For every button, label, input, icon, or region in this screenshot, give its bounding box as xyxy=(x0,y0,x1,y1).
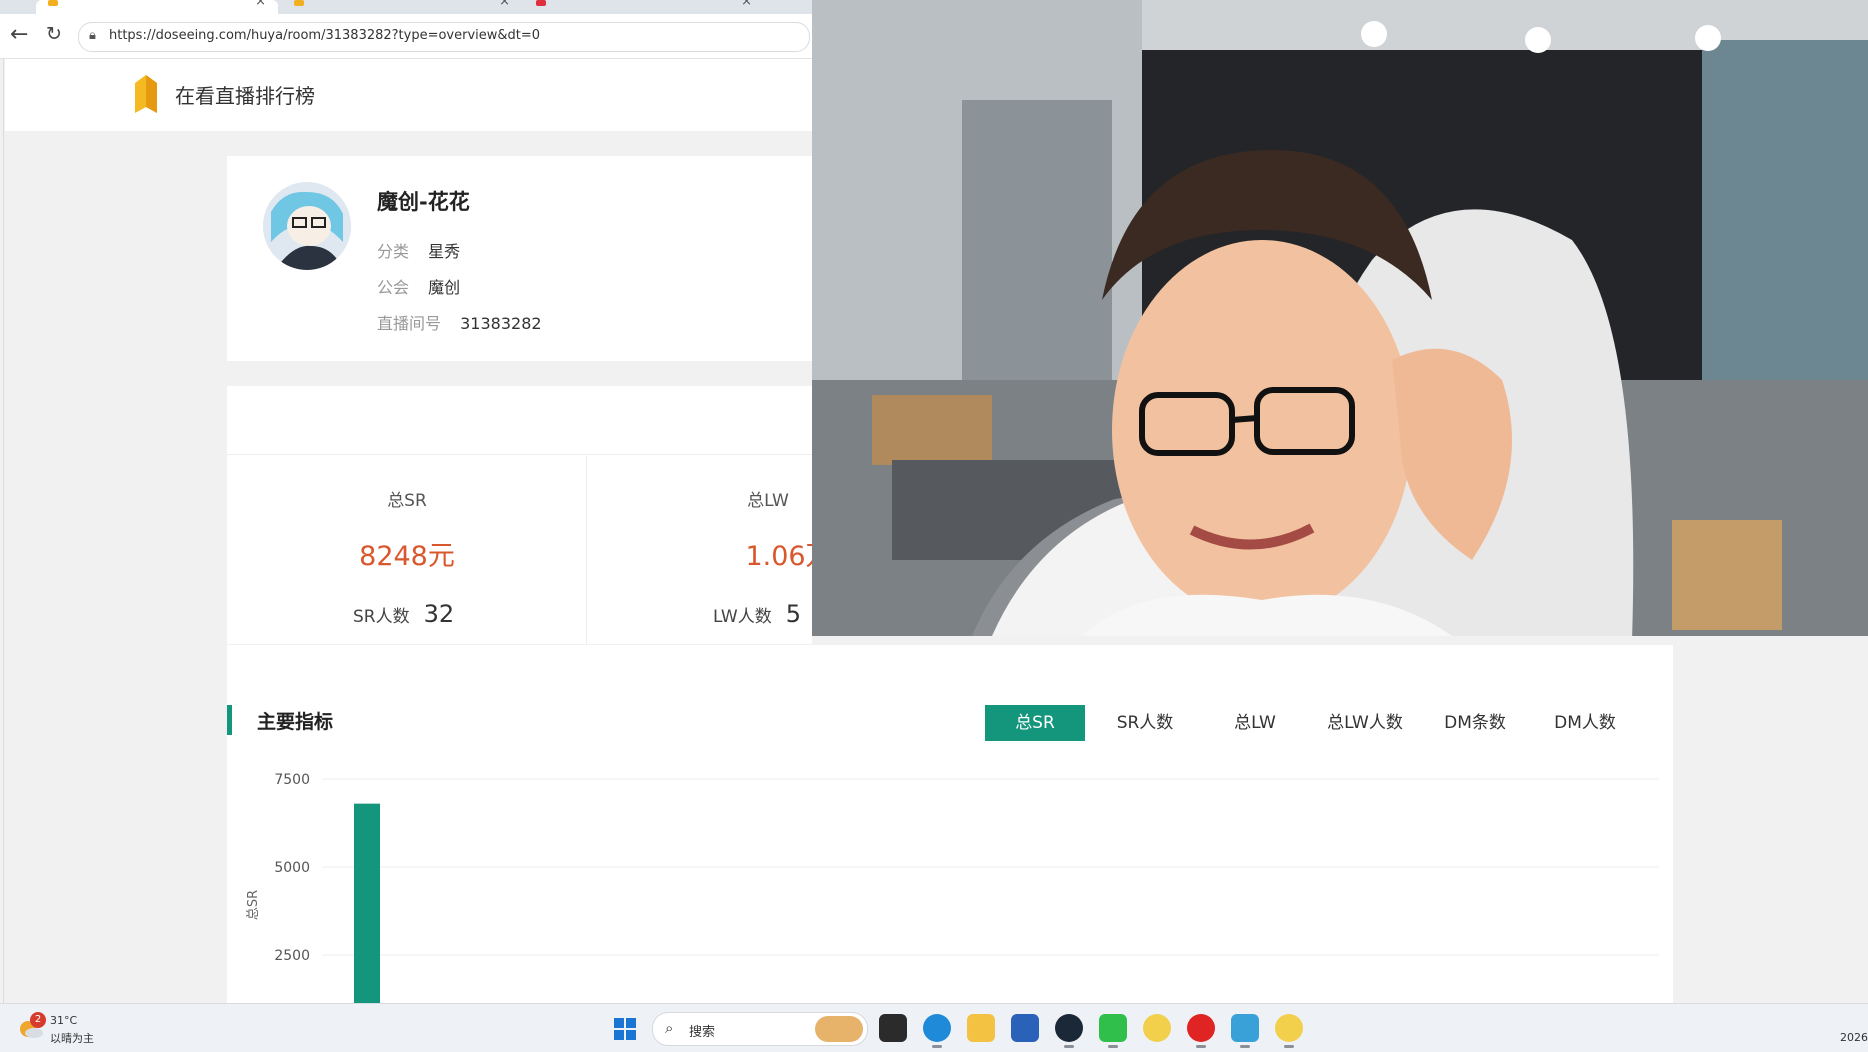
tab-total-sr[interactable]: 总SR xyxy=(985,705,1085,741)
total-sr-label: 总SR xyxy=(387,491,427,511)
page-title[interactable]: 在看直播排行榜 xyxy=(175,80,315,109)
clock-date[interactable]: 2026 xyxy=(1840,1031,1868,1044)
file-explorer-icon[interactable] xyxy=(967,1014,995,1042)
weather-temperature[interactable]: 31°C xyxy=(50,1014,77,1027)
divider xyxy=(586,456,587,644)
room-number-value: 31383282 xyxy=(460,314,542,333)
store-icon[interactable] xyxy=(1011,1014,1039,1042)
wechat-icon[interactable] xyxy=(1099,1014,1127,1048)
profile-card: 魔创-花花 分类 星秀 公会 魔创 直播间号 31383282 xyxy=(227,156,812,361)
browser-tab-strip: × × × xyxy=(0,0,812,14)
reload-icon[interactable]: ↻ xyxy=(46,23,62,45)
steam-icon[interactable] xyxy=(1055,1014,1083,1048)
total-sr-bar-chart: 总SR 2500 5000 7500 xyxy=(246,772,1659,1003)
guild-value: 魔创 xyxy=(428,278,461,297)
netease-music-icon[interactable] xyxy=(1187,1014,1215,1048)
tab-sr-count[interactable]: SR人数 xyxy=(1095,705,1195,741)
room-number-row: 直播间号 31383282 xyxy=(377,310,542,334)
webcam-overlay xyxy=(812,0,1868,636)
avatar[interactable] xyxy=(263,182,351,270)
category-row: 分类 星秀 xyxy=(377,238,460,262)
main-metrics-panel: 主要指标 总SR SR人数 总LW 总LW人数 DM条数 DM人数 总SR 25… xyxy=(227,645,1673,1003)
notepad-icon[interactable] xyxy=(1231,1014,1259,1048)
tab-dm-count[interactable]: DM条数 xyxy=(1425,705,1525,741)
taskbar-search-box[interactable]: ⌕ 搜索 xyxy=(652,1012,868,1046)
weather-badge: 2 xyxy=(30,1012,46,1028)
tab-total-lw[interactable]: 总LW xyxy=(1205,705,1305,741)
favicon-icon xyxy=(48,0,58,6)
weather-description[interactable]: 以晴为主 xyxy=(50,1030,94,1046)
app-icon[interactable] xyxy=(1143,1014,1171,1042)
close-icon[interactable]: × xyxy=(741,0,752,9)
tab-dm-users[interactable]: DM人数 xyxy=(1535,705,1635,741)
search-icon: ⌕ xyxy=(665,1019,674,1037)
y-axis-label: 总SR xyxy=(246,890,261,920)
edge-browser-icon[interactable] xyxy=(923,1014,951,1048)
search-placeholder: 搜索 xyxy=(689,1025,716,1040)
taskbar: 2 31°C 以晴为主 ⌕ 搜索 2026 xyxy=(0,1003,1868,1052)
category-label: 分类 xyxy=(377,242,410,261)
url-field[interactable]: 🔒︎ https://doseeing.com/huya/room/313832… xyxy=(78,22,810,52)
back-arrow-icon[interactable]: ← xyxy=(10,22,28,47)
sr-count-row: SR人数 32 xyxy=(353,600,454,628)
url-text[interactable]: https://doseeing.com/huya/room/31383282?… xyxy=(109,28,540,43)
tab-total-lw-count[interactable]: 总LW人数 xyxy=(1315,705,1415,741)
y-tick-label: 7500 xyxy=(274,772,310,788)
search-highlight-icon xyxy=(815,1016,863,1042)
browser-tab-active[interactable]: × xyxy=(36,0,278,14)
guild-label: 公会 xyxy=(377,278,410,297)
guild-row: 公会 魔创 xyxy=(377,274,460,298)
close-icon[interactable]: × xyxy=(255,0,266,9)
sr-count-label: SR人数 xyxy=(353,607,410,627)
room-number-label: 直播间号 xyxy=(377,314,442,333)
lw-count-row: LW人数 5 xyxy=(713,600,801,628)
total-sr-value: 8248元 xyxy=(359,541,455,572)
address-bar: ← ↻ 🔒︎ https://doseeing.com/huya/room/31… xyxy=(0,14,812,59)
task-view-icon[interactable] xyxy=(879,1014,907,1042)
favicon-icon xyxy=(536,0,546,6)
divider xyxy=(227,454,812,455)
page-left-border xyxy=(3,59,4,1003)
lw-count-value: 5 xyxy=(785,600,802,628)
y-tick-label: 2500 xyxy=(274,948,310,964)
section-title: 主要指标 xyxy=(257,711,334,733)
favicon-icon xyxy=(294,0,304,6)
chart-bar[interactable] xyxy=(354,803,380,1003)
sr-count-value: 32 xyxy=(423,600,455,628)
close-icon[interactable]: × xyxy=(499,0,510,9)
avatar-image xyxy=(263,182,351,270)
stats-panel: 总SR 8248元 SR人数 32 总LW 1.06万 LW人数 5 xyxy=(227,386,833,644)
webcam-image xyxy=(812,0,1868,636)
bookmark-logo-icon[interactable] xyxy=(133,73,159,115)
category-value: 星秀 xyxy=(428,242,461,261)
browser-tab-2[interactable]: × xyxy=(282,0,522,14)
app-icon[interactable] xyxy=(1275,1014,1303,1048)
y-tick-label: 5000 xyxy=(274,860,310,876)
page-header: 在看直播排行榜 xyxy=(5,59,812,131)
section-accent-bar xyxy=(227,705,232,735)
lw-count-label: LW人数 xyxy=(713,607,772,627)
browser-tab-3[interactable]: × xyxy=(524,0,764,14)
streamer-name: 魔创-花花 xyxy=(377,190,470,214)
windows-start-icon[interactable] xyxy=(614,1018,636,1040)
lock-icon[interactable]: 🔒︎ xyxy=(89,28,96,43)
